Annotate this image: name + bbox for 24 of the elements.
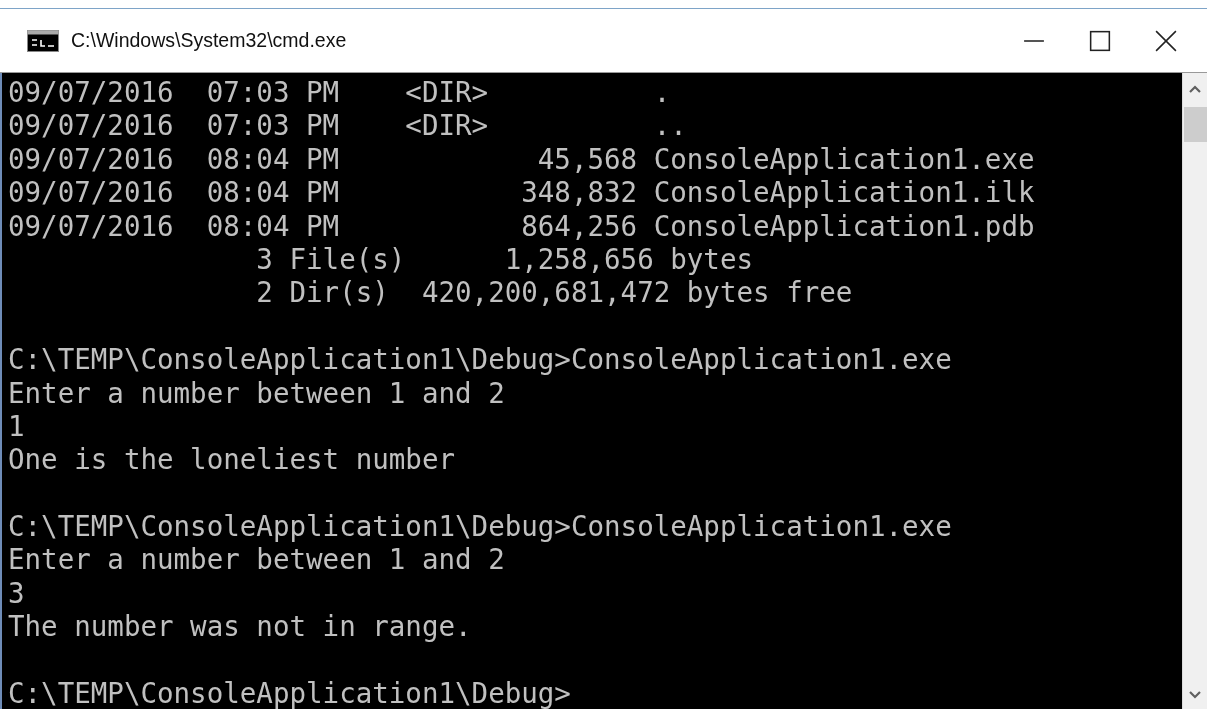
console-line: C:\TEMP\ConsoleApplication1\Debug>: [8, 677, 571, 709]
console-line: 09/07/2016 07:03 PM <DIR> ..: [8, 109, 687, 142]
console-line: 09/07/2016 08:04 PM 348,832 ConsoleApplication1.ilk: [8, 176, 1035, 209]
console-line: C:\TEMP\ConsoleApplication1\Debug>ConsoleApplication1.exe: [8, 510, 952, 543]
console-line: 09/07/2016 07:03 PM <DIR> .: [8, 76, 671, 108]
console-line: 09/07/2016 08:04 PM 864,256 ConsoleApplication1.pdb: [8, 209, 1035, 242]
console-line: Enter a number between 1 and 2: [8, 376, 505, 409]
close-icon[interactable]: [1155, 29, 1177, 52]
scrollbar[interactable]: [1182, 73, 1207, 709]
scrollbar-thumb[interactable]: [1183, 107, 1207, 142]
console-line: C:\TEMP\ConsoleApplication1\Debug>ConsoleApplication1.exe: [8, 343, 952, 376]
console-line: Enter a number between 1 and 2: [8, 543, 505, 576]
window-title: C:\Windows\System32\cmd.exe: [71, 29, 347, 52]
maximize-icon[interactable]: [1089, 29, 1111, 52]
console-icon: [27, 29, 59, 52]
console-line: 3: [8, 576, 25, 609]
console-line: The number was not in range.: [8, 610, 472, 643]
console-line: One is the loneliest number: [8, 443, 456, 476]
scroll-down-icon[interactable]: [1189, 691, 1201, 699]
scroll-up-icon[interactable]: [1189, 85, 1201, 93]
console-line: 1: [8, 409, 25, 442]
console-line: 2 Dir(s) 420,200,681,472 bytes free: [255, 276, 853, 309]
console-line: 3 File(s) 1,258,656 bytes: [255, 242, 754, 275]
console-line: 09/07/2016 08:04 PM 45,568 ConsoleApplication1.exe: [8, 142, 1035, 175]
